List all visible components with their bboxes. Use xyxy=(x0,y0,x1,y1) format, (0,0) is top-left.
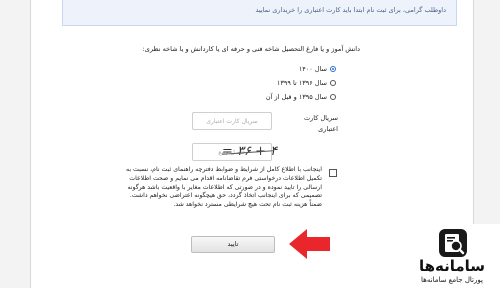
education-question-label: دانش آموز و یا فارغ التحصیل شاخه فنی و ح… xyxy=(142,45,360,53)
search-document-icon xyxy=(439,229,467,257)
radio-option-label: سال ۱۳۹۵ و قبل از آن xyxy=(265,93,327,101)
radio-option-label: سال ۱۴۰۰ xyxy=(298,65,327,73)
radio-option-1395-before[interactable]: سال ۱۳۹۵ و قبل از آن xyxy=(266,93,336,101)
arrow-left-icon xyxy=(289,229,330,259)
radio-option-label: سال ۱۳۹۶ تا ۱۳۹۹ xyxy=(276,79,327,87)
radio-button[interactable] xyxy=(330,80,336,86)
samanehha-logo: سامانه‌ها پورتال جامع سامانه‌ها xyxy=(406,224,500,288)
radio-button[interactable] xyxy=(330,94,336,100)
info-notice: داوطلب گرامی، برای ثبت نام ابتدا باید کا… xyxy=(62,0,457,26)
serial-field-label: سریال کارت اعتباری xyxy=(304,114,338,133)
radio-option-1400[interactable]: سال ۱۴۰۰ xyxy=(299,65,336,73)
terms-text: اینجانب با اطلاع کامل از شرایط و ضوابط د… xyxy=(126,166,322,209)
registration-page: داوطلب گرامی، برای ثبت نام ابتدا باید کا… xyxy=(0,0,500,288)
radio-option-1396-1399[interactable]: سال ۱۳۹۶ تا ۱۳۹۹ xyxy=(277,79,336,87)
submit-button[interactable]: تایید xyxy=(191,236,275,253)
captcha-image: ۴ + ۳۶ = xyxy=(222,143,282,161)
brand-tagline: پورتال جامع سامانه‌ها xyxy=(421,276,483,284)
terms-checkbox[interactable] xyxy=(329,169,337,177)
serial-input[interactable] xyxy=(192,112,272,130)
left-frame-border xyxy=(0,0,31,288)
brand-name: سامانه‌ها xyxy=(418,257,486,275)
radio-button[interactable] xyxy=(330,66,336,72)
